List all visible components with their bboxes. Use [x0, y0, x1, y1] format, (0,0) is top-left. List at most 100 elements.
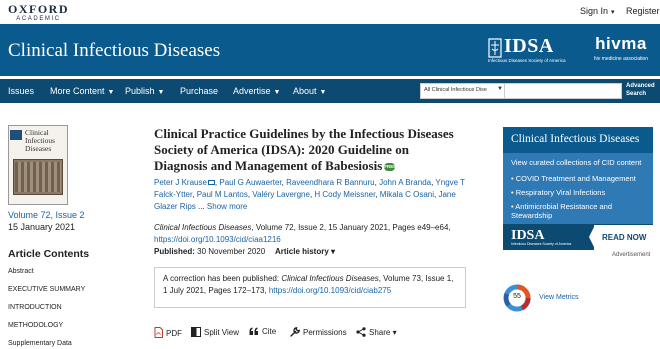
advanced-search-line1: Advanced	[626, 83, 655, 89]
chevron-down-icon: ▼	[319, 89, 327, 96]
published-value: 30 November 2020	[197, 247, 266, 256]
email-icon[interactable]	[207, 180, 215, 185]
chevron-down-icon: ▼	[273, 89, 281, 96]
oxford-academic-logo[interactable]: OXFORD ACADEMIC	[8, 3, 69, 22]
journal-banner: Clinical Infectious Diseases IDSA Infect…	[0, 24, 660, 76]
article-history-toggle[interactable]: Article history ▾	[275, 247, 335, 256]
chevron-down-icon[interactable]: ▼	[497, 86, 503, 92]
idsa-logo-text: IDSA	[504, 35, 554, 57]
promo-item-label: COVID Treatment and Management	[515, 174, 636, 183]
wrench-icon	[290, 327, 300, 337]
article-contents-heading: Article Contents	[8, 248, 90, 260]
published-label: Published:	[154, 247, 195, 256]
author-link[interactable]: Valéry Lavergne	[252, 190, 310, 199]
view-metrics-link[interactable]: View Metrics	[539, 294, 579, 301]
split-view-button[interactable]: Split View	[191, 327, 239, 337]
citation-journal: Clinical Infectious Diseases	[154, 223, 252, 232]
promo-header: Clinical Infectious Diseases	[503, 127, 653, 153]
journal-title[interactable]: Clinical Infectious Diseases	[8, 40, 220, 62]
author-link[interactable]: Paul G Auwaerter	[219, 178, 281, 187]
citation-details: , Volume 72, Issue 2, 15 January 2021, P…	[251, 223, 451, 232]
correction-notice: A correction has been published: Clinica…	[154, 267, 466, 308]
altmetric-score: 55	[513, 293, 521, 300]
register-link[interactable]: Register	[626, 6, 660, 16]
hivma-logo-text: hivma	[595, 34, 647, 53]
toc-item-executive-summary[interactable]: EXECUTIVE SUMMARY	[8, 286, 85, 293]
nav-about[interactable]: About ▼	[293, 86, 326, 96]
correction-prefix: A correction has been published:	[163, 274, 282, 283]
author-list: Peter J Krause, Paul G Auwaerter, Raveen…	[154, 177, 474, 213]
nav-about-label: About	[293, 86, 317, 96]
pdf-label: PDF	[166, 329, 182, 338]
read-now-button[interactable]: READ NOW	[602, 233, 646, 242]
cover-title: Clinical Infectious Diseases	[25, 128, 55, 153]
logo-line-oxford: OXFORD	[8, 2, 69, 16]
nav-publish[interactable]: Publish ▼	[125, 86, 164, 96]
promo-intro: View curated collections of CID content	[511, 158, 642, 167]
idsa-logo[interactable]: IDSA Infectious Diseases Society of Amer…	[488, 35, 584, 66]
published-date: Published: 30 November 2020	[154, 247, 265, 256]
promo-idsa-subtitle: Infectious Diseases Society of America	[511, 242, 572, 246]
article-citation: Clinical Infectious Diseases, Volume 72,…	[154, 222, 454, 246]
search-divider	[504, 84, 505, 98]
article-title-text: Clinical Practice Guidelines by the Infe…	[154, 126, 454, 173]
author-separator: ...	[195, 202, 207, 211]
search-icon[interactable]	[606, 84, 620, 98]
author-link[interactable]: Raveendhara R Bannuru	[286, 178, 375, 187]
sign-in-label: Sign In	[580, 6, 609, 16]
toc-item-methodology[interactable]: METHODOLOGY	[8, 322, 63, 329]
logo-line-academic: ACADEMIC	[16, 16, 61, 22]
nav-more-content[interactable]: More Content ▼	[50, 86, 114, 96]
doi-link[interactable]: https://doi.org/10.1093/cid/ciaa1216	[154, 235, 281, 244]
pdf-icon	[154, 327, 163, 338]
article-title: Clinical Practice Guidelines by the Infe…	[154, 126, 454, 174]
sign-in-link[interactable]: Sign In ▾	[580, 6, 615, 16]
cite-button[interactable]: Cite	[249, 327, 276, 336]
issue-cover-image[interactable]: Clinical Infectious Diseases	[8, 125, 68, 205]
nav-publish-label: Publish	[125, 86, 155, 96]
nav-advertise[interactable]: Advertise ▼	[233, 86, 280, 96]
chevron-down-icon: ▾	[611, 9, 615, 16]
split-view-icon	[191, 327, 201, 337]
hivma-logo-subtitle: hiv medicine association	[593, 56, 649, 62]
top-bar: OXFORD ACADEMIC Sign In ▾ Register	[0, 0, 660, 24]
altmetric-badge[interactable]: 55	[503, 284, 531, 312]
idsa-logo-subtitle: Infectious Diseases Society of America	[488, 58, 566, 63]
promo-list-item: • Respiratory Viral Infections	[511, 188, 606, 197]
free-access-badge: FREE	[384, 163, 397, 171]
nav-purchase[interactable]: Purchase	[180, 86, 218, 96]
author-link[interactable]: Paul M Lantos	[197, 190, 248, 199]
search-scope-select[interactable]: All Clinical Infectious Dise	[424, 87, 496, 93]
chevron-down-icon: ▾	[331, 247, 336, 256]
show-more-authors-link[interactable]: Show more	[207, 202, 247, 211]
promo-list-item: • COVID Treatment and Management	[511, 174, 636, 183]
permissions-label: Permissions	[303, 328, 347, 337]
toc-item-abstract[interactable]: Abstract	[8, 268, 34, 275]
author-link[interactable]: John A Branda	[379, 178, 431, 187]
quote-icon	[249, 327, 258, 335]
promo-advertisement[interactable]: Clinical Infectious Diseases View curate…	[503, 127, 653, 250]
pdf-button[interactable]: PDF	[154, 327, 182, 338]
promo-item-label: Antimicrobial Resistance and Stewardship	[511, 202, 613, 220]
toc-item-introduction[interactable]: INTRODUCTION	[8, 304, 62, 311]
search-input[interactable]	[506, 85, 616, 97]
nav-more-content-label: More Content	[50, 86, 105, 96]
share-icon	[356, 327, 366, 337]
share-button[interactable]: Share ▾	[356, 327, 397, 337]
author-link[interactable]: H Cody Meissner	[314, 190, 375, 199]
cover-artwork-detail	[15, 162, 61, 192]
nav-issues[interactable]: Issues	[8, 86, 34, 96]
chevron-down-icon: ▼	[107, 89, 115, 96]
volume-issue-link[interactable]: Volume 72, Issue 2	[8, 210, 85, 220]
author-link[interactable]: Mikala C Osani	[380, 190, 434, 199]
hivma-logo[interactable]: hivma hiv medicine association	[590, 34, 652, 68]
promo-title: Clinical Infectious Diseases	[511, 133, 640, 145]
toc-item-supplementary-data[interactable]: Supplementary Data	[8, 340, 72, 347]
author-link[interactable]: Peter J Krause	[154, 178, 207, 187]
correction-doi-link[interactable]: https://doi.org/10.1093/cid/ciab275	[269, 286, 391, 295]
article-history-label: Article history	[275, 247, 329, 256]
chevron-down-icon: ▾	[390, 328, 397, 337]
permissions-button[interactable]: Permissions	[290, 327, 347, 337]
search-bar: All Clinical Infectious Dise ▼	[420, 83, 622, 99]
advanced-search-link[interactable]: Advanced Search	[626, 82, 655, 98]
